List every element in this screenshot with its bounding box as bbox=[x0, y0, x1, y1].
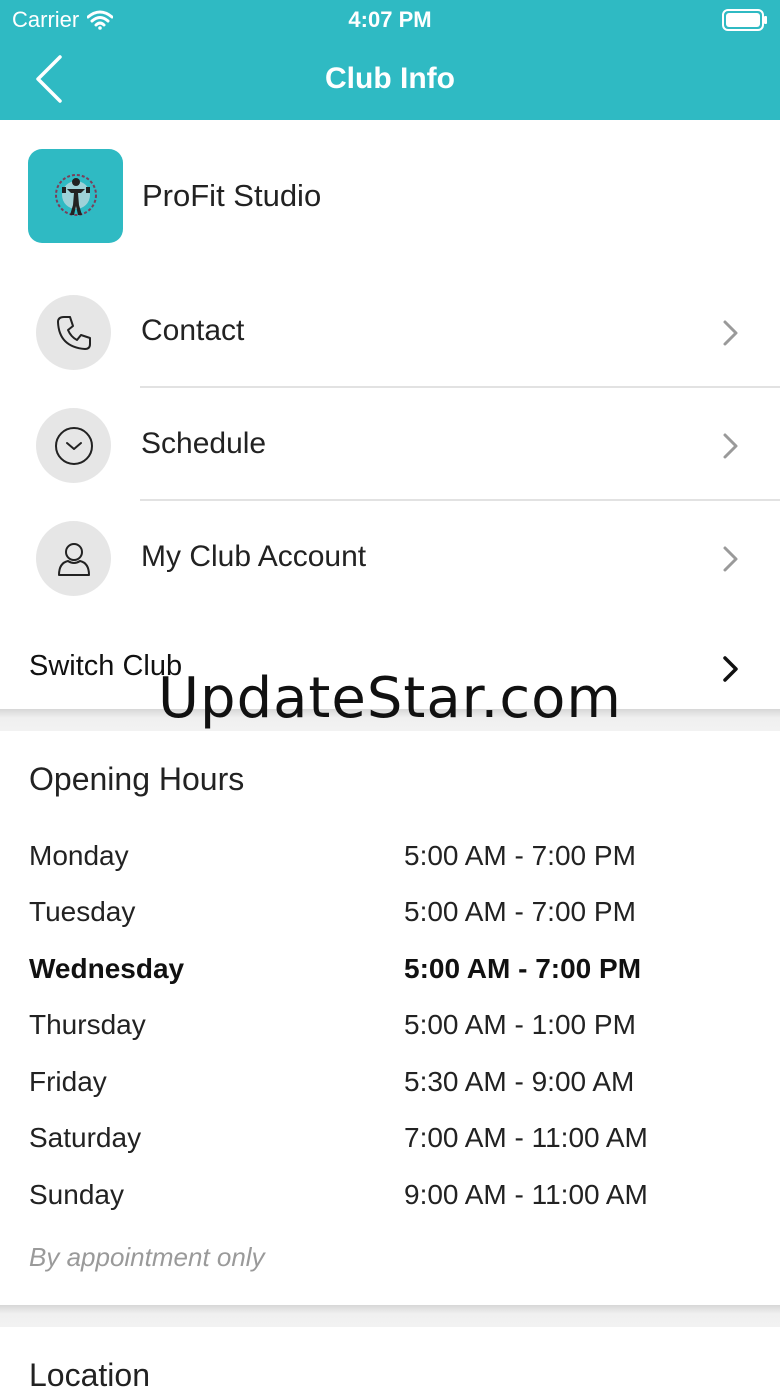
hours-note: By appointment only bbox=[29, 1242, 265, 1272]
hours-row: Monday 5:00 AM - 7:00 PM bbox=[0, 834, 780, 874]
phone-icon bbox=[56, 315, 91, 350]
club-logo-emblem-icon bbox=[54, 174, 97, 216]
menu-icon-circle bbox=[36, 408, 111, 483]
location-section: Location bbox=[0, 1327, 780, 1387]
menu-icon-circle bbox=[36, 521, 111, 596]
hours-day: Thursday bbox=[29, 1009, 146, 1040]
hours-row: Sunday 9:00 AM - 11:00 AM bbox=[0, 1173, 780, 1213]
hours-day: Tuesday bbox=[29, 896, 136, 927]
person-icon bbox=[57, 542, 90, 576]
hours-time: 9:00 AM - 11:00 AM bbox=[404, 1179, 648, 1210]
club-name: ProFit Studio bbox=[142, 178, 322, 213]
page-title: Club Info bbox=[325, 62, 455, 95]
club-header: ProFit Studio bbox=[0, 120, 780, 280]
chevron-right-icon bbox=[723, 433, 738, 459]
hours-time: 5:00 AM - 1:00 PM bbox=[404, 1009, 636, 1040]
hours-time: 5:30 AM - 9:00 AM bbox=[404, 1066, 635, 1097]
hours-row: Saturday 7:00 AM - 11:00 AM bbox=[0, 1116, 780, 1156]
hours-row: Friday 5:30 AM - 9:00 AM bbox=[0, 1060, 780, 1100]
hours-time: 5:00 AM - 7:00 PM bbox=[404, 953, 642, 984]
menu-label-schedule: Schedule bbox=[141, 427, 267, 460]
section-separator bbox=[0, 1305, 780, 1327]
opening-hours-section: Opening Hours Monday 5:00 AM - 7:00 PM T… bbox=[0, 731, 780, 1305]
hours-time: 5:00 AM - 7:00 PM bbox=[404, 896, 636, 927]
hours-day: Saturday bbox=[29, 1122, 142, 1153]
hours-time: 5:00 AM - 7:00 PM bbox=[404, 840, 636, 871]
club-logo bbox=[28, 149, 123, 243]
hours-day: Wednesday bbox=[29, 953, 185, 984]
hours-day: Friday bbox=[29, 1066, 107, 1097]
status-time: 4:07 PM bbox=[348, 7, 432, 32]
chevron-right-icon bbox=[723, 320, 738, 346]
menu-icon-circle bbox=[36, 295, 111, 370]
menu-item-my-club-account[interactable]: My Club Account bbox=[0, 501, 780, 614]
menu-label-my-club-account: My Club Account bbox=[141, 540, 367, 573]
chevron-right-icon bbox=[723, 546, 738, 572]
clock-icon bbox=[54, 426, 93, 465]
opening-hours-title: Opening Hours bbox=[29, 761, 245, 797]
menu-item-schedule[interactable]: Schedule bbox=[0, 388, 780, 501]
hours-row-today: Wednesday 5:00 AM - 7:00 PM bbox=[0, 947, 780, 987]
status-bar: Carrier 4:07 PM bbox=[0, 0, 780, 40]
hours-row: Thursday 5:00 AM - 1:00 PM bbox=[0, 1003, 780, 1043]
menu-item-contact[interactable]: Contact bbox=[0, 275, 780, 388]
location-title: Location bbox=[29, 1357, 150, 1387]
watermark: UpdateStar.com bbox=[158, 666, 622, 731]
hours-day: Monday bbox=[29, 840, 129, 871]
hours-row: Tuesday 5:00 AM - 7:00 PM bbox=[0, 890, 780, 930]
hours-day: Sunday bbox=[29, 1179, 124, 1210]
battery-icon bbox=[722, 9, 767, 31]
menu-label-contact: Contact bbox=[141, 314, 245, 347]
navigation-bar: Club Info bbox=[0, 40, 780, 120]
hours-time: 7:00 AM - 11:00 AM bbox=[404, 1122, 648, 1153]
